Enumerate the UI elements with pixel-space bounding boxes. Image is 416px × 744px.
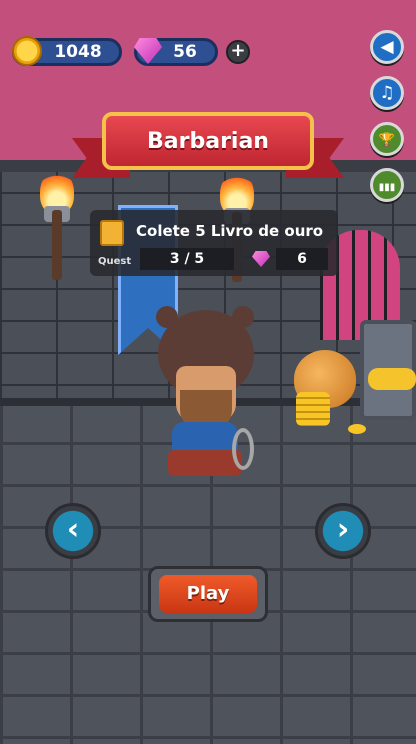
next-character-button[interactable]: › bbox=[315, 503, 371, 559]
chevron-left-icon: ‹ bbox=[66, 512, 80, 547]
quest-progress: 3 / 5 bbox=[140, 248, 234, 270]
speaker-icon: ◀ bbox=[380, 37, 394, 57]
gem-icon bbox=[252, 251, 270, 267]
coin-stack bbox=[296, 392, 330, 426]
gem-amount: 56 bbox=[173, 42, 197, 62]
coin-icon bbox=[12, 36, 42, 66]
shield-icon bbox=[232, 428, 254, 470]
chevron-right-icon: › bbox=[336, 512, 350, 547]
barbarian-character bbox=[150, 306, 260, 490]
chest-gold bbox=[368, 368, 416, 390]
music-icon: ♫ bbox=[379, 83, 395, 103]
trophy-icon: 🏆 bbox=[378, 133, 396, 148]
play-button[interactable]: Play bbox=[159, 575, 257, 613]
quest-title: Colete 5 Livro de ouro bbox=[136, 222, 324, 240]
character-name: Barbarian bbox=[147, 128, 269, 154]
podium-icon: ▮▮▮ bbox=[378, 182, 396, 193]
leaderboard-button[interactable]: ▮▮▮ bbox=[370, 168, 404, 202]
book-icon bbox=[100, 220, 124, 246]
quest-label: Quest bbox=[98, 256, 132, 267]
quest-panel: Colete 5 Livro de ouro Quest 3 / 5 6 bbox=[90, 210, 338, 276]
character-ribbon: Barbarian bbox=[72, 110, 344, 180]
torch-left bbox=[40, 170, 74, 290]
coin-amount: 1048 bbox=[54, 42, 102, 62]
quest-reward: 6 bbox=[276, 248, 328, 270]
add-gems-button[interactable]: + bbox=[226, 40, 250, 64]
play-frame: Play bbox=[148, 566, 268, 622]
achievements-button[interactable]: 🏆 bbox=[370, 122, 404, 156]
loose-coin bbox=[348, 424, 366, 434]
sound-button[interactable]: ◀ bbox=[370, 30, 404, 64]
character-skirt bbox=[168, 450, 242, 476]
previous-character-button[interactable]: ‹ bbox=[45, 503, 101, 559]
game-scene: 1048 56 + ◀ ♫ 🏆 ▮▮▮ Barbarian Colete 5 L… bbox=[0, 0, 416, 744]
music-button[interactable]: ♫ bbox=[370, 76, 404, 110]
